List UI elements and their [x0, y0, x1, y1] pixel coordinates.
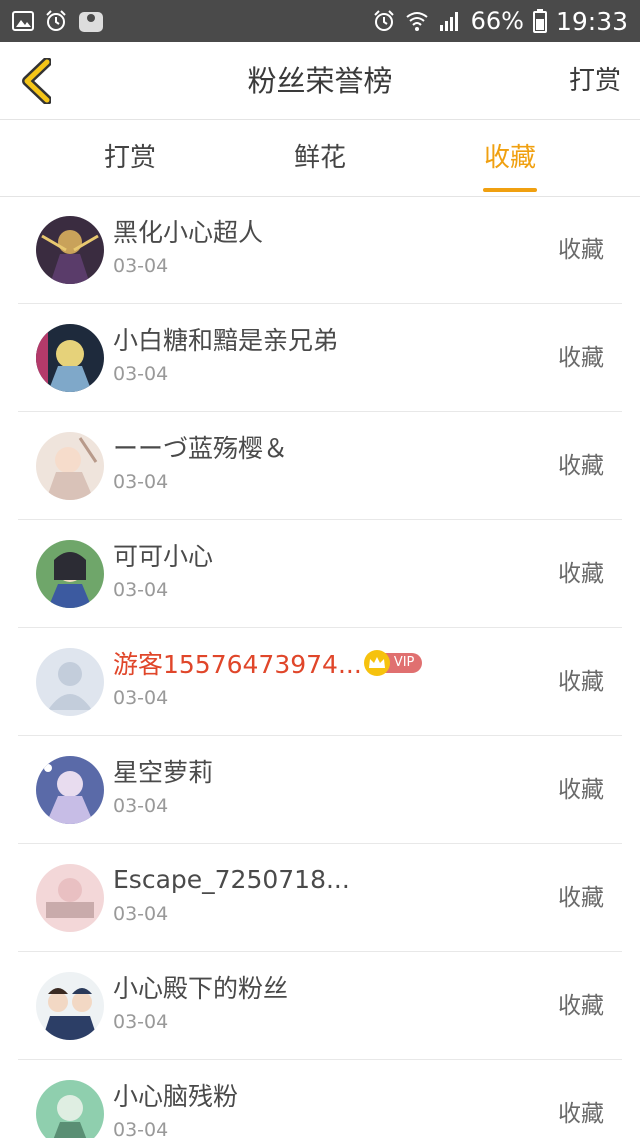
fan-row[interactable]: 小白糖和黯是亲兄弟 03-04 收藏	[18, 305, 622, 412]
fan-date: 03-04	[113, 363, 169, 385]
fan-row[interactable]: 黑化小心超人 03-04 收藏	[18, 197, 622, 304]
crown-icon	[363, 650, 390, 676]
fan-action-label: 收藏	[558, 669, 604, 695]
fan-action-label: 收藏	[558, 237, 604, 263]
signal-icon	[438, 9, 462, 33]
fan-row[interactable]: 小心殿下的粉丝 03-04 收藏	[18, 953, 622, 1060]
fan-date: 03-04	[113, 795, 169, 817]
vip-badge: VIP	[363, 650, 423, 676]
tab-favorites[interactable]: 收藏	[450, 120, 570, 196]
app-badge-icon	[78, 9, 104, 33]
page-title: 粉丝荣誉榜	[247, 64, 393, 98]
status-left-icons	[12, 9, 104, 33]
status-right-icons: 66% 19:33	[372, 7, 628, 36]
fan-date: 03-04	[113, 579, 169, 601]
fan-action-label: 收藏	[558, 993, 604, 1019]
fan-action-label: 收藏	[558, 777, 604, 803]
battery-percent: 66%	[470, 7, 524, 35]
fan-list: 黑化小心超人 03-04 收藏 小白糖和黯是亲兄弟 03-04 收藏 ーーづ蓝殇…	[0, 197, 640, 1138]
alarm-icon	[372, 9, 396, 33]
avatar	[36, 324, 104, 392]
fan-name: Escape_7250718...	[113, 864, 350, 894]
tab-flowers[interactable]: 鲜花	[260, 120, 380, 196]
fan-row[interactable]: 可可小心 03-04 收藏	[18, 521, 622, 628]
avatar	[36, 1080, 104, 1138]
fan-name: 可可小心	[113, 542, 214, 571]
avatar	[36, 864, 104, 932]
fan-name: ーーづ蓝殇樱＆	[113, 434, 289, 463]
avatar	[36, 972, 104, 1040]
image-icon	[12, 11, 34, 31]
tab-label: 打赏	[103, 143, 156, 173]
fan-action-label: 收藏	[558, 345, 604, 371]
fan-name: 黑化小心超人	[113, 218, 264, 247]
fan-name: 小白糖和黯是亲兄弟	[113, 326, 339, 355]
fan-name: 游客15576473974...	[113, 650, 362, 679]
fan-row[interactable]: 游客15576473974... VIP 03-04 收藏	[18, 629, 622, 736]
avatar	[36, 756, 104, 824]
fan-date: 03-04	[113, 471, 169, 493]
fan-name: 小心殿下的粉丝	[113, 974, 289, 1003]
wifi-icon	[405, 9, 429, 33]
alarm-icon	[44, 9, 68, 33]
fan-action-label: 收藏	[558, 453, 604, 479]
avatar-placeholder	[36, 648, 104, 716]
fan-row[interactable]: ーーづ蓝殇樱＆ 03-04 收藏	[18, 413, 622, 520]
active-tab-indicator	[483, 188, 537, 192]
fan-name: 小心脑残粉	[113, 1082, 239, 1111]
tab-reward[interactable]: 打赏	[70, 120, 190, 196]
default-user-icon	[36, 648, 104, 716]
status-bar: 66% 19:33	[0, 0, 640, 42]
reward-button[interactable]: 打赏	[569, 42, 621, 120]
fan-date: 03-04	[113, 1119, 169, 1138]
fan-date: 03-04	[113, 903, 169, 925]
fan-date: 03-04	[113, 687, 169, 709]
avatar	[36, 540, 104, 608]
clock: 19:33	[555, 6, 628, 36]
tab-bar: 打赏 鲜花 收藏	[0, 120, 640, 197]
fan-date: 03-04	[113, 255, 169, 277]
fan-action-label: 收藏	[558, 1101, 604, 1127]
fan-name: 星空萝莉	[113, 758, 214, 787]
fan-action-label: 收藏	[558, 561, 604, 587]
avatar	[36, 432, 104, 500]
fan-date: 03-04	[113, 1011, 169, 1033]
fan-action-label: 收藏	[558, 885, 604, 911]
tab-label: 鲜花	[293, 143, 346, 173]
battery-icon	[532, 9, 547, 33]
tab-label: 收藏	[483, 143, 536, 173]
avatar	[36, 216, 104, 284]
header: 粉丝荣誉榜 打赏	[0, 42, 640, 120]
fan-row[interactable]: 小心脑残粉 03-04 收藏	[18, 1061, 622, 1138]
fan-row[interactable]: Escape_7250718... 03-04 收藏	[18, 845, 622, 952]
fan-row[interactable]: 星空萝莉 03-04 收藏	[18, 737, 622, 844]
